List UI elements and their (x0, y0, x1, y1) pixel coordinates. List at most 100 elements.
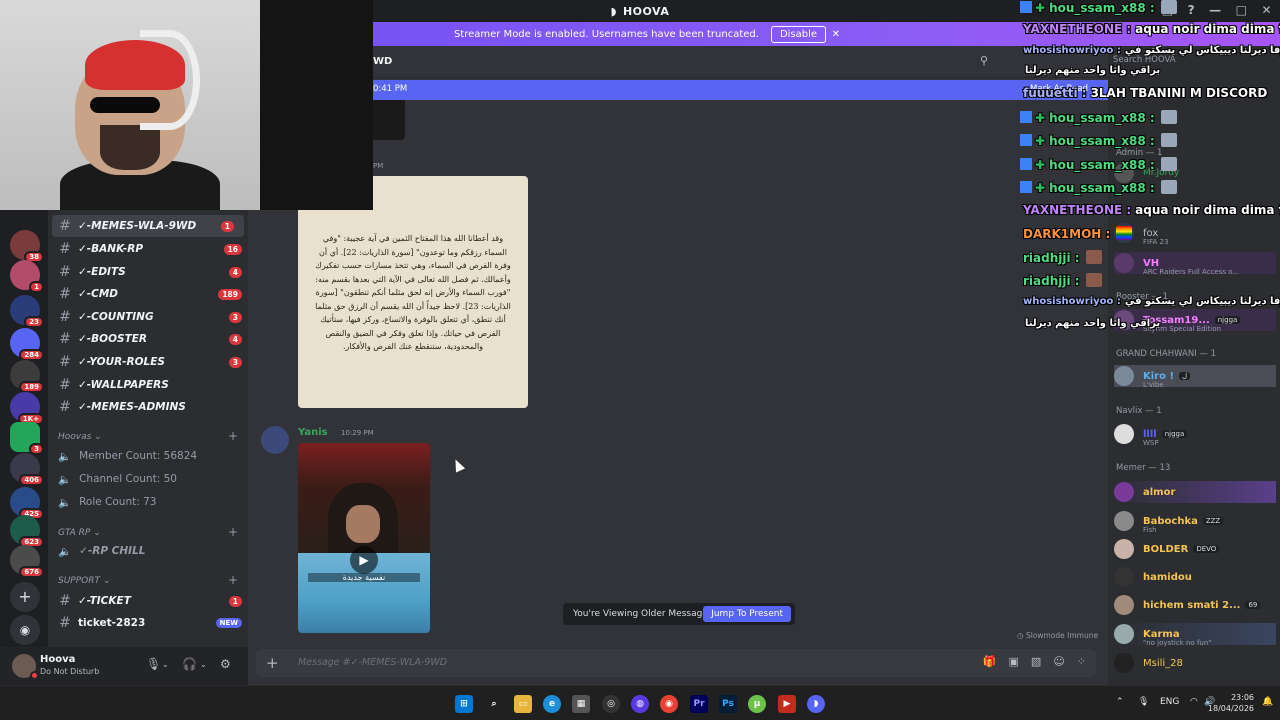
server-icon[interactable]: 189 (10, 360, 44, 393)
photoshop-icon[interactable]: Ps (719, 695, 737, 713)
member-item[interactable]: hichem smati 2... 69 (1114, 594, 1276, 616)
member-item[interactable]: llll njgga WSP (1114, 423, 1276, 447)
premiere-icon[interactable]: Pr (690, 695, 708, 713)
channel-item[interactable]: # ✓-BOOSTER 4 (52, 328, 252, 350)
start-icon[interactable]: ⊞ (455, 695, 473, 713)
member-activity: L'vibe (1143, 381, 1164, 389)
chrome-icon[interactable]: ◉ (660, 695, 678, 713)
chevron-down-icon[interactable]: ⌄ (162, 660, 169, 669)
store-icon[interactable]: ▦ (572, 695, 590, 713)
sticker-icon[interactable]: ▧ (1031, 655, 1041, 668)
message-composer[interactable]: + Message #✓-MEMES-WLA-9WD 🎁 ▣ ▧ ☺ ⁘ (256, 649, 1096, 677)
media-player-icon[interactable]: ▶ (778, 695, 796, 713)
plus-badge-icon: ✚ (1035, 134, 1046, 148)
emote-icon (1085, 273, 1102, 287)
overlay-chat-line: YAXNETHEONE :aqua noir dima dima f dar (1023, 22, 1280, 36)
gear-icon[interactable]: ⚙ (220, 657, 231, 671)
channel-item[interactable]: # ✓-TICKET 1 (52, 590, 252, 612)
voice-channel[interactable]: 🔈 Role Count: 73 (58, 492, 156, 512)
category-gta-rp[interactable]: GTA RP ⌄ (58, 528, 101, 538)
member-item[interactable]: Babochka ZZZ Fish (1114, 510, 1276, 534)
member-item[interactable]: BOLDER DEVO (1114, 538, 1276, 560)
obs-icon[interactable]: ◎ (602, 695, 620, 713)
server-icon[interactable]: 23 (10, 295, 44, 328)
member-item[interactable]: hamidou (1114, 566, 1276, 588)
edge-icon[interactable]: e (543, 695, 561, 713)
add-server-icon[interactable]: + (10, 582, 40, 612)
overlay-chat-line: ✚ hou_ssam_x88 : (1020, 157, 1177, 172)
clock[interactable]: 23:06 18/04/2026 (1208, 692, 1254, 714)
server-icon[interactable]: 425 (10, 487, 44, 520)
new-messages-bar[interactable]: 0:41 PM Mark As Read (373, 80, 1108, 100)
message-author[interactable]: Yanis (298, 427, 328, 438)
server-icon[interactable]: 1K+ (10, 392, 44, 425)
voice-channel[interactable]: 🔈 ✓-RP CHILL (58, 541, 145, 561)
member-item[interactable]: Karma "no joystick no fun" (1114, 623, 1276, 647)
member-item[interactable]: Kiro ! ل L'vibe (1114, 365, 1276, 389)
language-indicator[interactable]: ENG (1160, 697, 1179, 707)
utorrent-icon[interactable]: µ (748, 695, 766, 713)
overlay-chat-line: riadhjji : (1023, 273, 1102, 288)
channel-name: ✓-TICKET (78, 595, 131, 607)
channel-item[interactable]: # ✓-COUNTING 3 (52, 306, 252, 328)
message-input[interactable]: Message #✓-MEMES-WLA-9WD (298, 657, 447, 668)
avatar[interactable] (261, 426, 289, 454)
message-image-arabic-text[interactable]: وقد أعطانا الله هذا المفتاح الثمين في آي… (298, 176, 528, 408)
channel-item[interactable]: # ✓-EDITS 4 (52, 261, 252, 283)
channel-item[interactable]: # ticket-2823 NEW (52, 612, 252, 634)
channel-item[interactable]: # ✓-YOUR-ROLES 3 (52, 351, 252, 373)
wifi-icon[interactable]: ◠ (1190, 697, 1198, 707)
speaker-icon: 🔈 (58, 545, 72, 558)
channel-item[interactable]: # ✓-BANK-RP 16 (52, 238, 252, 260)
microphone-icon[interactable]: 🎙 (146, 657, 161, 671)
discord-icon[interactable]: ◗ (807, 695, 825, 713)
server-icon[interactable]: 284 (10, 328, 44, 361)
explore-icon[interactable]: ◉ (10, 615, 40, 645)
tray-chevron-icon[interactable]: ⌃ (1116, 697, 1124, 707)
disable-streamer-button[interactable]: Disable (770, 25, 827, 43)
channel-item[interactable]: # ✓-CMD 189 (52, 283, 252, 305)
overlay-username: riadhjji : (1023, 274, 1080, 288)
tray-mic-icon[interactable]: 🎙 (1138, 697, 1149, 707)
search-icon[interactable]: ⌕ (485, 695, 503, 713)
channel-item[interactable]: # ✓-MEMES-ADMINS (52, 396, 252, 418)
embed-thumbnail[interactable] (373, 100, 405, 140)
gif-icon[interactable]: ▣ (1009, 655, 1019, 668)
member-item[interactable]: almor (1114, 481, 1276, 503)
hash-icon: # (59, 218, 71, 234)
add-channel-icon[interactable]: + (228, 429, 238, 443)
category-hoovas[interactable]: Hoovas ⌄ (58, 432, 102, 442)
message-video[interactable]: ▶ نفسية جديدة (298, 443, 430, 633)
server-icon[interactable]: 623 (10, 515, 44, 548)
voice-channel[interactable]: 🔈 Member Count: 56824 (58, 446, 197, 466)
channel-item[interactable]: # ✓-MEMES-WLA-9WD 1 (52, 215, 244, 237)
channel-item[interactable]: # ✓-WALLPAPERS (52, 374, 252, 396)
jump-to-present-button[interactable]: Jump To Present (703, 606, 791, 622)
member-item[interactable]: Msili_28 (1114, 652, 1276, 674)
server-icon[interactable]: 1 (10, 260, 44, 293)
add-channel-icon[interactable]: + (228, 525, 238, 539)
channel-sidebar: # ✓-MEMES-WLA-9WD 1 # ✓-BANK-RP 16 # ✓-EDITS 4… (48, 210, 248, 647)
headphones-icon[interactable]: 🎧 (182, 657, 197, 671)
server-icon[interactable]: 3 (10, 422, 44, 455)
play-icon[interactable]: ▶ (350, 546, 378, 574)
notification-icon[interactable]: 🔔 (1262, 697, 1273, 707)
pin-icon[interactable]: ⚲ (980, 54, 988, 67)
server-icon[interactable]: 676 (10, 545, 44, 578)
category-support[interactable]: SUPPORT ⌄ (58, 576, 110, 586)
apps-icon[interactable]: ⁘ (1077, 655, 1086, 668)
dismiss-icon[interactable]: ✕ (832, 29, 840, 40)
file-explorer-icon[interactable]: ▭ (514, 695, 532, 713)
gift-icon[interactable]: 🎁 (983, 655, 997, 668)
attach-plus-icon[interactable]: + (266, 654, 279, 672)
server-icon[interactable]: 406 (10, 453, 44, 486)
add-channel-icon[interactable]: + (228, 573, 238, 587)
overlay-message: براقي واثا واحد منهم ديرلنا (1025, 318, 1161, 329)
server-icon[interactable]: 38 (10, 230, 44, 263)
emoji-icon[interactable]: ☺ (1053, 655, 1064, 668)
voice-channel[interactable]: 🔈 Channel Count: 50 (58, 469, 177, 489)
username: Hoova (40, 654, 76, 665)
app-icon[interactable]: ◍ (631, 695, 649, 713)
chevron-down-icon[interactable]: ⌄ (200, 660, 207, 669)
channel-name: ✓-CMD (78, 288, 119, 300)
